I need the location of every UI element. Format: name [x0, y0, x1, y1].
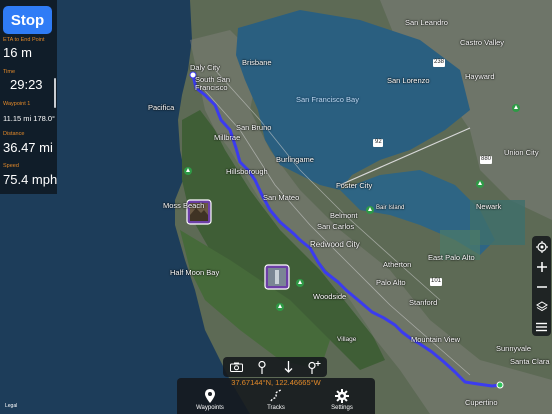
bottom-bar: 37.67144°N, 122.46665°W Waypoints Tracks… — [177, 378, 375, 414]
speed-value: 75.4 mph — [3, 172, 58, 187]
label-daly-city: Daly City — [190, 63, 221, 72]
waypoint-label: Waypoint 1 — [3, 101, 31, 107]
label-redwood-city: Redwood City — [310, 240, 360, 249]
tab-settings-label: Settings — [331, 405, 353, 411]
label-woodside: Woodside — [313, 292, 347, 301]
eta-label: ETA to End Point — [3, 37, 45, 43]
hwy-238-label: 238 — [434, 59, 445, 65]
tab-settings[interactable]: Settings — [317, 388, 367, 414]
label-santa-clara: Santa Clara — [510, 357, 550, 366]
park-marker-1 — [184, 167, 192, 175]
panel-resize-handle[interactable] — [54, 78, 56, 108]
add-pin-icon[interactable] — [301, 357, 327, 377]
tab-tracks-label: Tracks — [267, 405, 285, 411]
label-hayward: Hayward — [465, 72, 495, 81]
label-atherton: Atherton — [383, 260, 412, 269]
label-east-palo-alto: East Palo Alto — [428, 253, 475, 262]
label-newark: Newark — [476, 202, 502, 211]
eta-value: 16 m — [3, 45, 32, 60]
label-san-lorenzo: San Lorenzo — [387, 76, 430, 85]
park-marker-3 — [296, 279, 304, 287]
gear-icon — [317, 389, 367, 403]
park-marker-4 — [276, 303, 284, 311]
camera-icon[interactable] — [223, 357, 249, 377]
distance-value: 36.47 mi — [3, 140, 53, 155]
tab-waypoints-label: Waypoints — [196, 405, 224, 411]
park-marker-2 — [366, 206, 374, 214]
zoom-out-icon[interactable] — [532, 277, 551, 296]
label-burlingame: Burlingame — [276, 155, 314, 164]
distance-label: Distance — [3, 131, 25, 137]
legal-link[interactable]: Legal — [5, 403, 17, 409]
label-san-leandro: San Leandro — [405, 18, 448, 27]
layers-icon[interactable] — [532, 297, 551, 316]
hwy-92-label: 92 — [375, 139, 382, 145]
label-stanford: Stanford — [409, 298, 438, 307]
satellite-map[interactable] — [0, 0, 552, 414]
zoom-in-icon[interactable] — [532, 257, 551, 276]
park-marker-6 — [476, 180, 484, 188]
label-bair-island: Bair Island — [376, 205, 405, 211]
label-sunnyvale: Sunnyvale — [496, 344, 532, 353]
menu-icon[interactable] — [532, 317, 551, 336]
label-mountain-view: Mountain View — [411, 335, 461, 344]
stats-panel: Stop ETA to End Point 16 m Time 29:23 Wa… — [0, 0, 57, 194]
park-marker-5 — [512, 104, 520, 112]
waypoint-value: 11.15 mi 178.0° — [3, 114, 56, 123]
label-castro-valley: Castro Valley — [460, 38, 505, 47]
pin-icon — [185, 389, 235, 403]
coordinates-readout: 37.67144°N, 122.46665°W — [231, 378, 321, 387]
end-marker[interactable] — [496, 381, 504, 389]
map-toolbar — [223, 357, 327, 377]
locate-icon[interactable] — [532, 237, 551, 256]
pin-icon[interactable] — [249, 357, 275, 377]
hwy-880-label: 880 — [481, 156, 492, 162]
tab-waypoints[interactable]: Waypoints — [185, 388, 235, 414]
time-label: Time — [3, 69, 16, 75]
photo-waypoint-2[interactable] — [264, 264, 290, 290]
stop-button[interactable]: Stop — [3, 6, 52, 34]
label-half-moon-bay: Half Moon Bay — [170, 268, 220, 277]
label-foster-city: Foster City — [336, 181, 373, 190]
arrow-down-icon[interactable] — [275, 357, 301, 377]
label-san-mateo: San Mateo — [263, 193, 300, 202]
map-controls — [532, 236, 551, 336]
hwy-101-label: 101 — [431, 278, 442, 284]
tab-tracks[interactable]: Tracks — [251, 388, 301, 414]
label-palo-alto: Palo Alto — [376, 278, 406, 287]
label-pacifica: Pacifica — [148, 103, 175, 112]
tracks-icon — [251, 389, 301, 403]
time-value: 29:23 — [10, 77, 43, 92]
speed-label: Speed — [3, 163, 19, 169]
label-brisbane: Brisbane — [242, 58, 272, 67]
label-belmont: Belmont — [330, 211, 358, 220]
label-millbrae: Millbrae — [214, 133, 241, 142]
label-cupertino: Cupertino — [465, 398, 498, 407]
label-union-city: Union City — [504, 148, 539, 157]
label-hillsborough: Hillsborough — [226, 167, 268, 176]
label-village: Village — [337, 336, 357, 343]
label-sf-bay: San Francisco Bay — [296, 95, 359, 104]
label-south-sf: South San Francisco — [195, 75, 231, 92]
label-moss-beach: Moss Beach — [163, 201, 205, 210]
label-san-bruno: San Bruno — [236, 123, 272, 132]
label-san-carlos: San Carlos — [317, 222, 355, 231]
